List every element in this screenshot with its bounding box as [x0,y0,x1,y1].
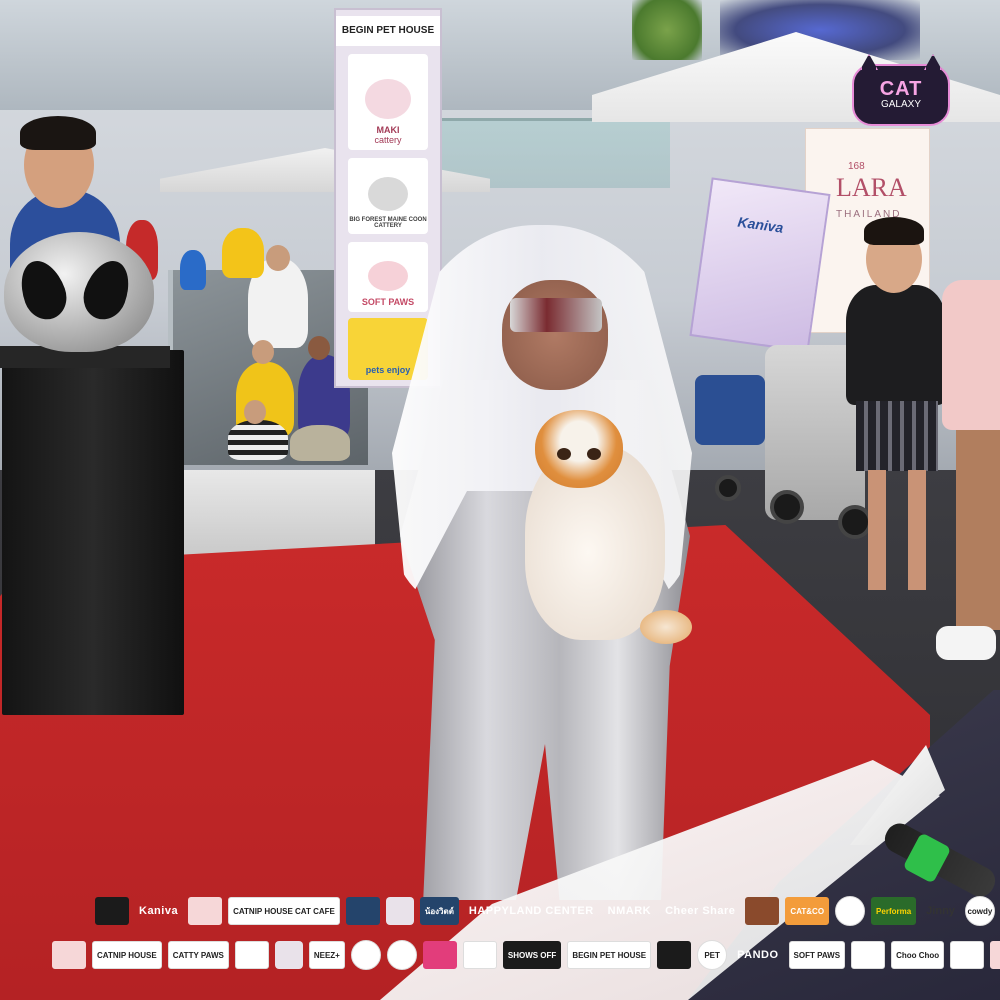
sponsor-row-1: Kaniva CATNIP HOUSE CAT CAFE น้องวิตต์ HAPP… [95,896,995,926]
sponsor-logo [422,941,457,969]
sponsor-logo: Cheer Share [665,905,736,917]
sponsor-logo [851,941,886,969]
sponsor-logo: Jinny [926,905,955,917]
sponsor-logo: Performa [871,897,917,925]
logo-sub-text: GALAXY [880,99,922,110]
sponsor-logo: cowdy [964,896,995,926]
white-clog [936,626,996,660]
sponsor-logo [385,897,414,925]
kaniva-display-board: Kaniva [689,177,831,353]
spectator [290,425,350,461]
spectator-head [244,400,266,424]
sponsor-logo: Kaniva [139,905,179,917]
sponsor-logo: HAPPYLAND CENTER [468,905,594,917]
woman-pink-top [936,200,1000,660]
photo-scene: BEGIN PET HOUSE MAKI cattery BIG FOREST … [0,0,1000,1000]
alien-eye [77,254,137,326]
pillar-card-label: MAKI [376,125,400,135]
stroller-wheel [770,490,804,524]
pink-top [942,280,1000,430]
sponsor-logo [835,896,866,926]
pillar-card-label: SOFT PAWS [361,297,415,307]
sponsor-logo [52,941,86,969]
sponsor-logo: NMARK [607,905,652,917]
smiling-woman [846,215,946,605]
sponsor-logo [350,940,381,970]
performer-face [502,280,608,390]
spectator [222,228,264,278]
plaid-shorts [856,401,938,471]
woman-shirt [846,285,946,405]
sponsor-logo: PET [697,940,728,970]
sponsor-logo: CATNIP HOUSE [92,941,162,969]
exotic-cat-head [535,410,623,488]
sponsor-logo: SHOWS OFF [502,941,562,969]
pillar-card-maki: MAKI cattery [348,54,428,150]
spectator-head [266,245,290,271]
woman-leg [908,470,926,590]
alien-head-sculpture [4,232,154,352]
woman-leg [868,470,886,590]
sponsor-row-2: CATNIP HOUSE CATTY PAWS NEEZ+ SHOWS OFF BEGI… [52,940,1000,970]
host-hair [20,116,96,150]
sponsor-logo [345,897,380,925]
pillar-card-softpaws: SOFT PAWS [348,242,428,312]
sponsor-logo: น้องวิตต์ [419,897,459,925]
black-pedestal [2,350,184,715]
sponsor-logo [274,941,303,969]
sponsor-logo [745,897,780,925]
sponsor-logo: PANDO [737,949,779,961]
logo-main-text: CAT [879,78,923,100]
cat-logo-icon [365,79,411,119]
sponsor-logo: CAT&CO [785,897,830,925]
pillar-title: BEGIN PET HOUSE [336,16,440,46]
kaniva-brand: Kaniva [736,213,785,236]
sponsor-logo [990,941,1000,969]
sponsor-logo [462,941,497,969]
child [180,250,206,290]
sponsor-logo [386,940,417,970]
pillar-card-bigforest: BIG FOREST MAINE COON CATTERY [348,158,428,234]
sponsor-logo [234,941,269,969]
cat-eye [557,448,571,460]
brown-pants [956,430,1000,630]
blue-pet-carrier [695,375,765,445]
lynx-logo-icon [368,177,408,211]
visor-sunglasses [510,298,602,332]
stroller-wheel [715,475,741,501]
lara-number: 168 [848,161,865,172]
sponsor-logo: BEGIN PET HOUSE [567,941,652,969]
spectator-head [252,340,274,364]
cat-face-icon [368,261,408,291]
sponsor-logo [188,897,223,925]
cat-galaxy-logo: CAT GALAXY [852,54,950,126]
pillar-card-label: pets enjoy [365,365,411,375]
alien-eye [13,254,73,326]
spectator [228,420,288,460]
pillar-card-label: BIG FOREST MAINE COON CATTERY [349,217,427,229]
sponsor-logo [657,941,692,969]
sponsor-logo: Choo Choo [891,941,945,969]
sponsor-logo [950,941,985,969]
cat-paw [640,610,692,644]
lara-name: LARA [836,173,907,202]
woman-hair [864,217,924,245]
sponsor-logo: CATTY PAWS [167,941,229,969]
sponsor-logo [95,897,129,925]
sponsor-logo: CATNIP HOUSE CAT CAFE [228,897,340,925]
sponsor-logo: NEEZ+ [308,941,345,969]
cat-eye [587,448,601,460]
sponsor-logo: SOFT PAWS [788,941,846,969]
spectator-head [308,336,330,360]
hanging-plant [632,0,702,60]
pillar-card-sub: cattery [374,135,402,145]
